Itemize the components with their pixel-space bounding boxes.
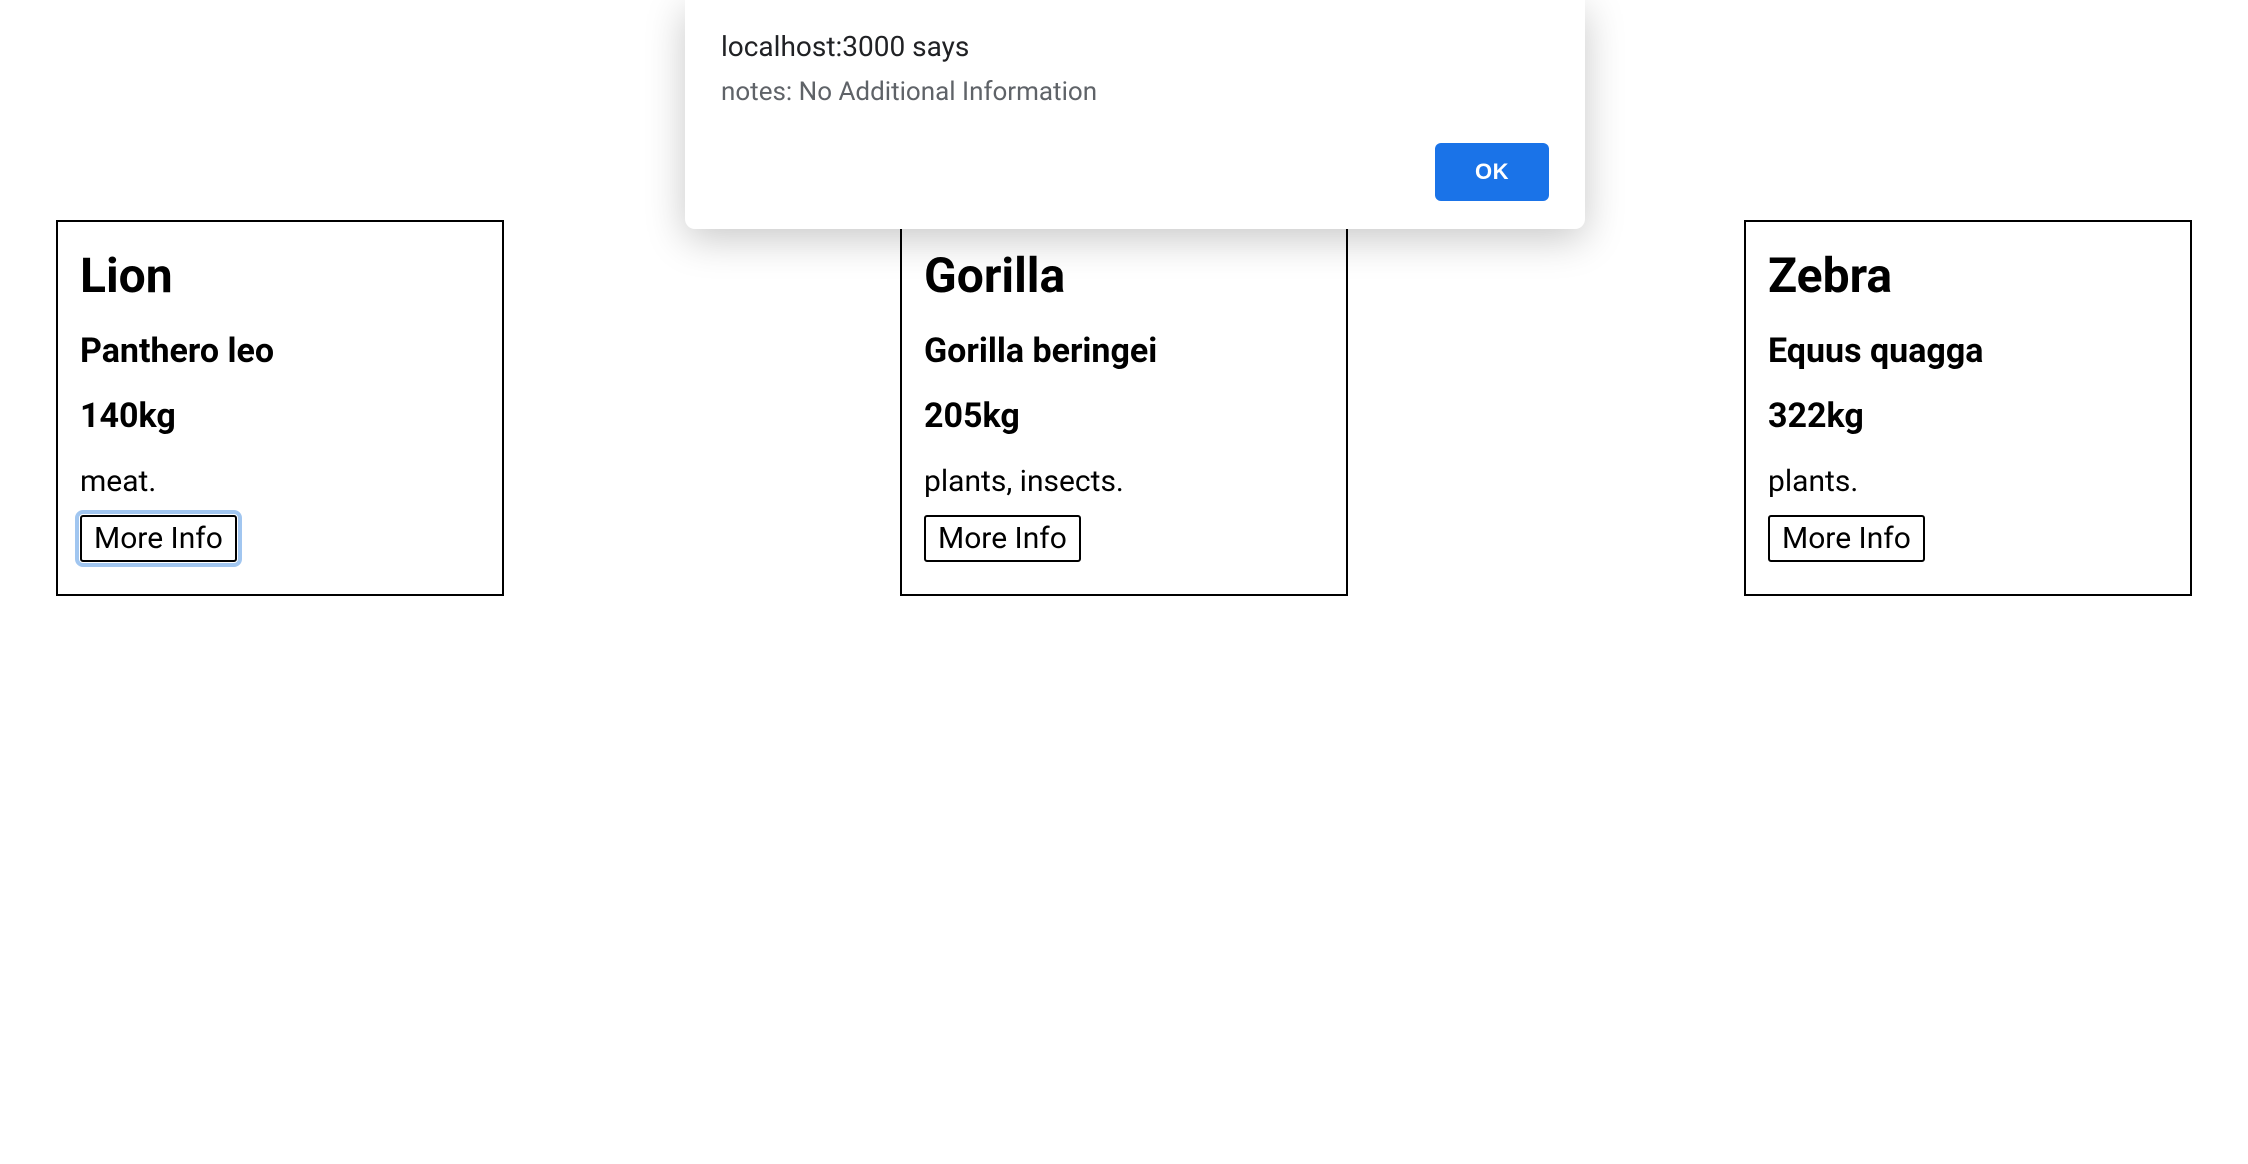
animal-weight: 322kg	[1768, 396, 2168, 437]
animal-diet: plants.	[1768, 462, 2168, 503]
alert-title: localhost:3000 says	[721, 30, 1549, 63]
animal-weight: 140kg	[80, 396, 480, 437]
alert-actions: OK	[721, 143, 1549, 201]
animal-diet: meat.	[80, 462, 480, 503]
animal-card-zebra: Zebra Equus quagga 322kg plants. More In…	[1744, 220, 2192, 596]
animal-card-gorilla: Gorilla Gorilla beringei 205kg plants, i…	[900, 220, 1348, 596]
animal-scientific-name: Panthero leo	[80, 331, 480, 372]
alert-message: notes: No Additional Information	[721, 77, 1549, 107]
animal-weight: 205kg	[924, 396, 1324, 437]
alert-dialog: localhost:3000 says notes: No Additional…	[685, 0, 1585, 229]
animal-name: Lion	[80, 250, 480, 303]
more-info-button[interactable]: More Info	[80, 515, 237, 562]
more-info-button[interactable]: More Info	[924, 515, 1081, 562]
animal-scientific-name: Equus quagga	[1768, 331, 2168, 372]
animal-name: Gorilla	[924, 250, 1324, 303]
more-info-button[interactable]: More Info	[1768, 515, 1925, 562]
animal-scientific-name: Gorilla beringei	[924, 331, 1324, 372]
animal-diet: plants, insects.	[924, 462, 1324, 503]
alert-ok-button[interactable]: OK	[1435, 143, 1549, 201]
animal-card-lion: Lion Panthero leo 140kg meat. More Info	[56, 220, 504, 596]
animal-name: Zebra	[1768, 250, 2168, 303]
